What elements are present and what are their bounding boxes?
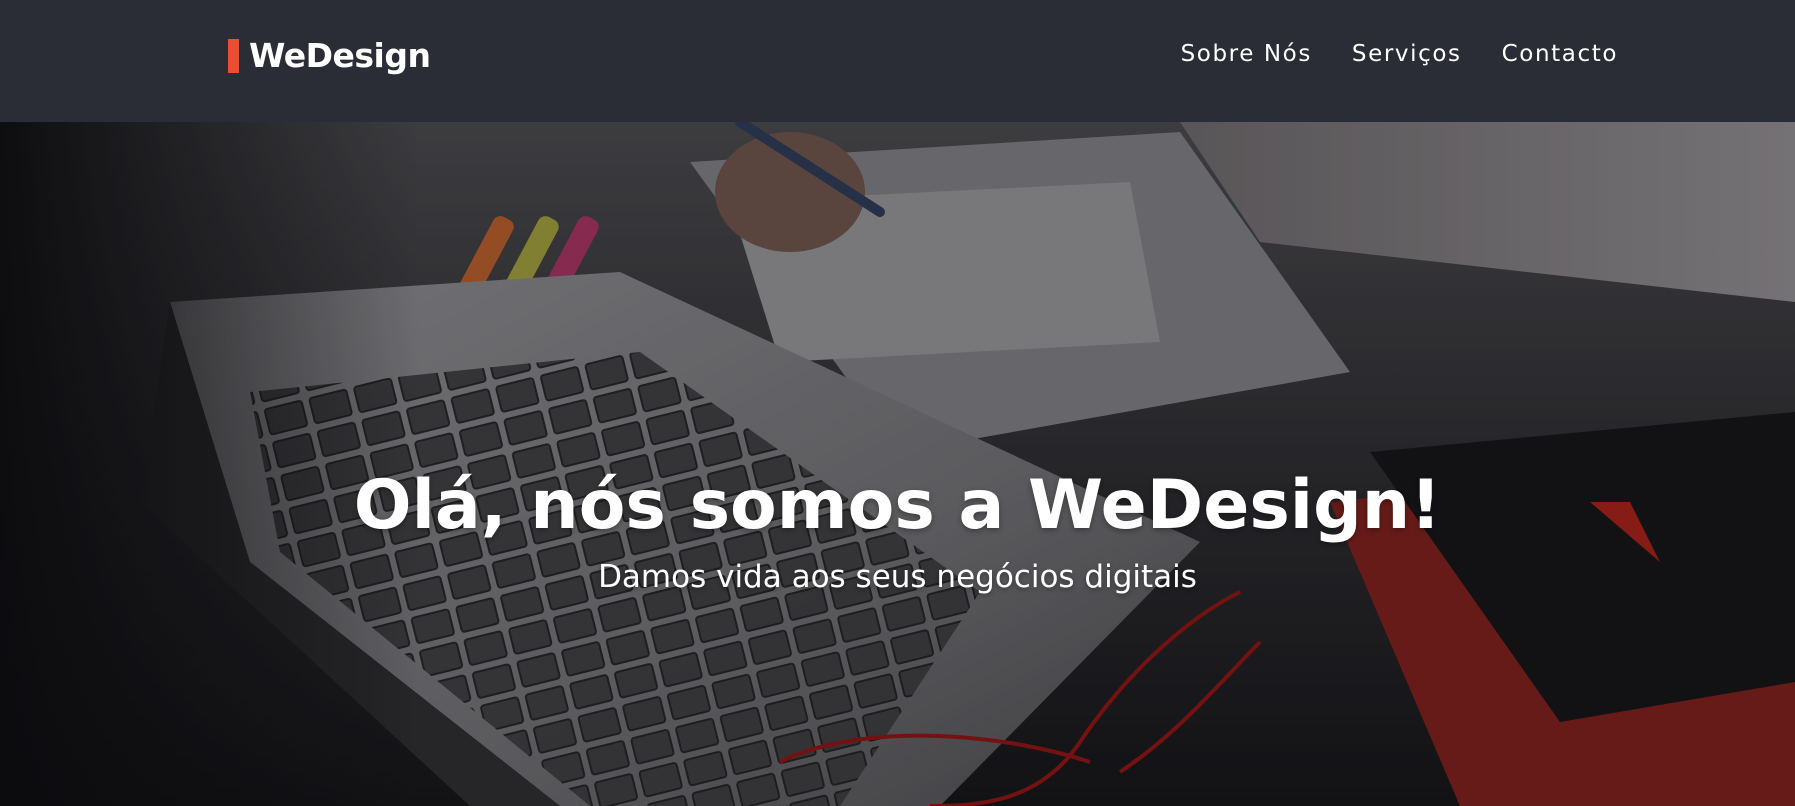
nav-item-sobre-nos[interactable]: Sobre Nós bbox=[1181, 41, 1312, 67]
logo-accent-bar bbox=[228, 39, 239, 73]
hero-section: Olá, nós somos a WeDesign! Damos vida ao… bbox=[0, 122, 1795, 806]
hero-overlay bbox=[0, 122, 1795, 806]
hero-subtitle: Damos vida aos seus negócios digitais bbox=[598, 559, 1197, 595]
page: WeDesign Sobre Nós Serviços Contacto Olá… bbox=[0, 0, 1795, 806]
nav-item-servicos[interactable]: Serviços bbox=[1352, 41, 1462, 67]
nav-item-contacto[interactable]: Contacto bbox=[1502, 41, 1618, 67]
brand-logo[interactable]: WeDesign bbox=[228, 36, 431, 75]
main-nav: Sobre Nós Serviços Contacto bbox=[1181, 36, 1618, 72]
brand-name: WeDesign bbox=[249, 36, 431, 75]
hero-title: Olá, nós somos a WeDesign! bbox=[353, 465, 1442, 545]
site-header: WeDesign Sobre Nós Serviços Contacto bbox=[0, 0, 1795, 122]
